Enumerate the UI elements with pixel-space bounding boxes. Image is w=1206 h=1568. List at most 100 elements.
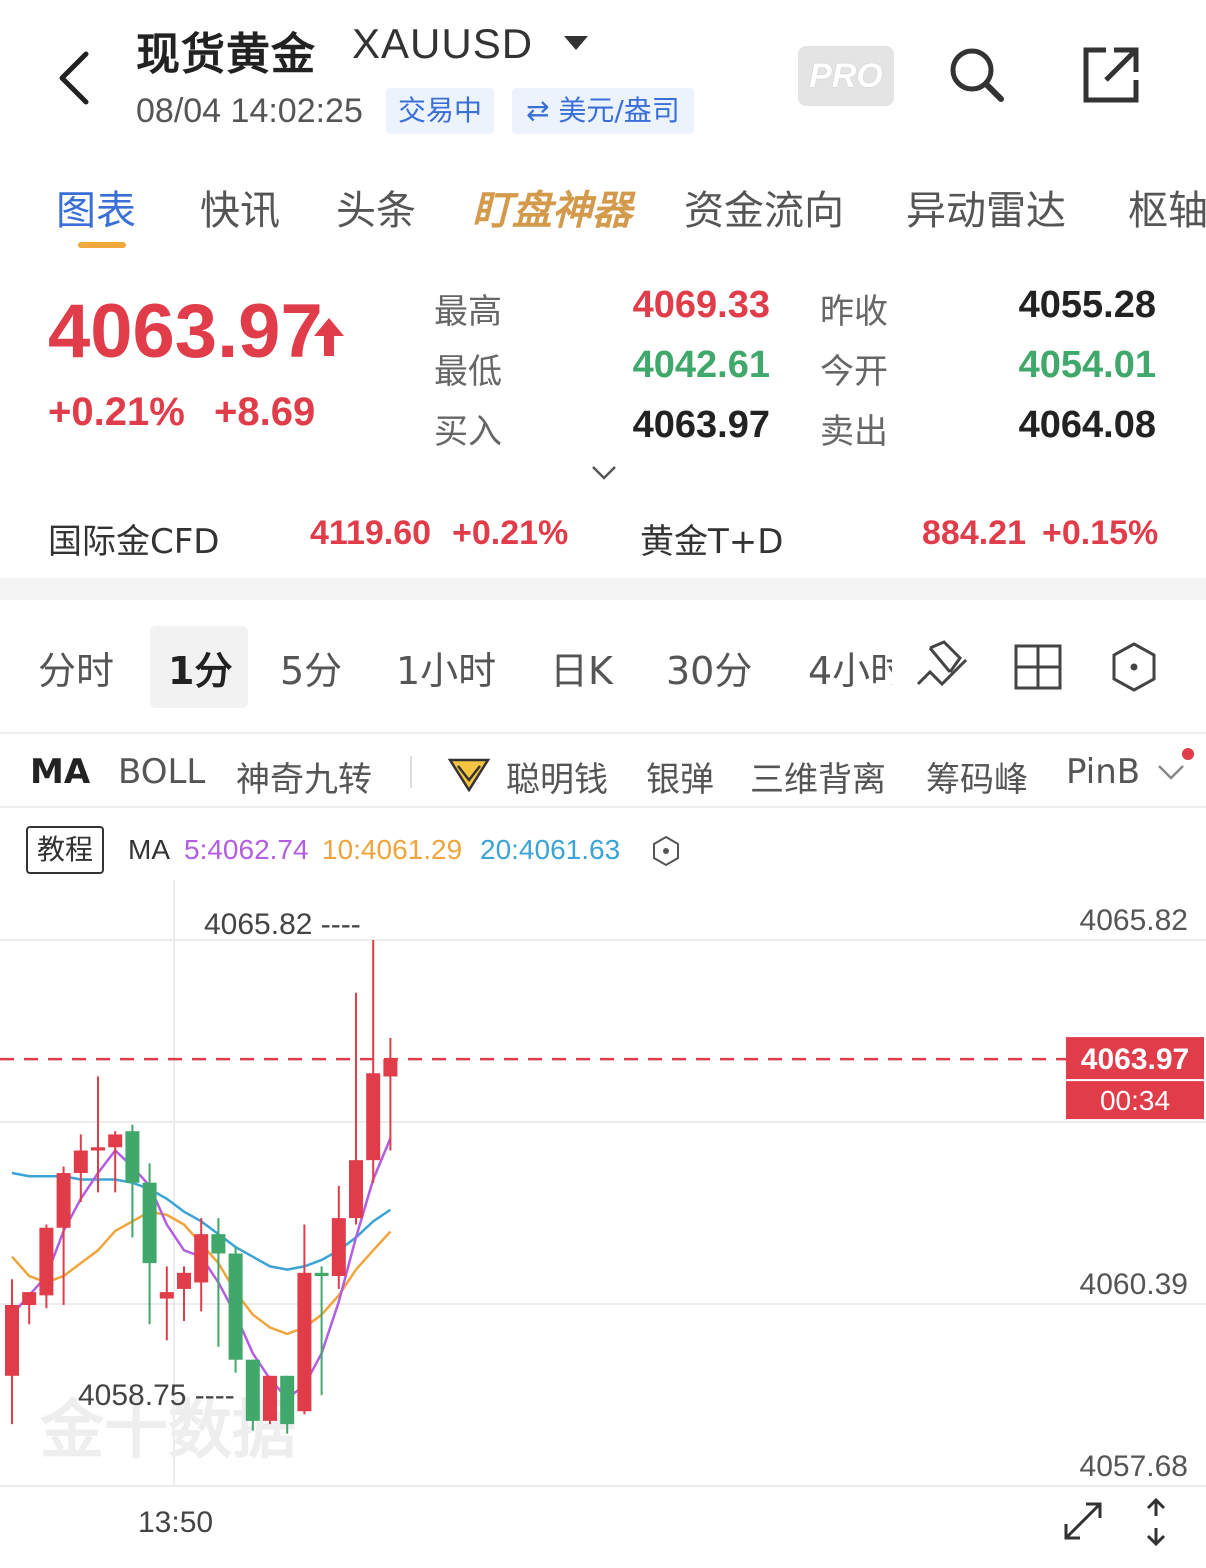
quote-timestamp: 08/04 14:02:25	[136, 92, 363, 130]
period-daily[interactable]: 日K	[550, 640, 613, 695]
indicator-chip-peak[interactable]: 筹码峰	[926, 752, 1028, 801]
indicator-smart-money[interactable]: 聪明钱	[506, 752, 608, 801]
vertical-expand-icon[interactable]	[1140, 1496, 1172, 1548]
open-label: 今开	[820, 352, 888, 392]
active-tab-indicator	[78, 242, 126, 248]
tab-chart[interactable]: 图表	[56, 178, 136, 236]
low-label: 最低	[434, 352, 502, 392]
cfd-price: 4119.60	[310, 514, 432, 552]
countdown-tag-text: 00:34	[1100, 1085, 1170, 1116]
ma-settings-icon[interactable]	[650, 834, 682, 868]
currency-unit-toggle[interactable]: ⇄ 美元/盎司	[512, 88, 694, 134]
bid-label: 买入	[434, 412, 502, 452]
x-axis-time-label: 13:50	[138, 1506, 214, 1539]
y-tick-label: 4065.82	[1080, 904, 1188, 937]
candle-body	[331, 1218, 346, 1277]
layout-grid-icon[interactable]	[1010, 638, 1066, 696]
candle-body	[383, 1059, 398, 1077]
candle-body	[245, 1359, 260, 1421]
period-1hour[interactable]: 1小时	[396, 640, 496, 695]
candle-body	[142, 1182, 157, 1264]
tab-fund-flow[interactable]: 资金流向	[684, 178, 844, 236]
search-icon[interactable]	[946, 44, 1006, 104]
settings-hex-icon[interactable]	[1106, 638, 1162, 696]
candle-body	[91, 1147, 105, 1151]
candle-body	[297, 1272, 312, 1412]
tab-headlines[interactable]: 头条	[336, 178, 416, 236]
divider	[0, 732, 1206, 734]
tutorial-button[interactable]: 教程	[26, 826, 104, 874]
candle-body	[56, 1173, 71, 1228]
notification-dot	[1182, 748, 1194, 760]
high-value: 4069.33	[632, 284, 770, 326]
current-price-tag-text: 4063.97	[1081, 1043, 1189, 1076]
pro-button[interactable]: PRO	[798, 46, 894, 106]
period-5min[interactable]: 5分	[280, 640, 342, 695]
indicator-pinbar[interactable]: PinB	[1066, 752, 1146, 792]
tab-flash-news[interactable]: 快讯	[200, 178, 280, 236]
indicator-td9[interactable]: 神奇九转	[236, 752, 372, 801]
y-tick-label: 4057.68	[1080, 1450, 1188, 1483]
symbol-selector[interactable]: XAUUSD	[352, 20, 533, 68]
ask-value: 4064.08	[1018, 404, 1156, 446]
min-price-marker: 4058.75 ----	[78, 1379, 235, 1412]
trading-status-badge: 交易中	[386, 88, 495, 134]
candle-body	[108, 1134, 123, 1148]
change-amount: +8.69	[214, 390, 316, 434]
td-percent: +0.15%	[1042, 514, 1159, 552]
chevron-down-icon[interactable]	[590, 462, 618, 484]
last-price: 4063.97	[48, 289, 323, 374]
candle-body	[5, 1304, 19, 1376]
ma-legend-label: MA	[128, 834, 170, 865]
chevron-down-icon[interactable]	[1156, 762, 1186, 782]
indicator-boll[interactable]: BOLL	[118, 752, 205, 792]
candlestick-chart[interactable]: 4065.824060.394057.68金十数据4065.82 ----405…	[0, 880, 1206, 1500]
low-value: 4042.61	[632, 344, 770, 386]
change-percent: +0.21%	[48, 390, 185, 434]
tab-watch-tool[interactable]: 盯盘神器	[472, 178, 632, 236]
candle-body	[194, 1234, 209, 1283]
ma5-value: 5:4062.74	[184, 834, 309, 865]
tab-movement-radar[interactable]: 异动雷达	[906, 178, 1066, 236]
ma10-value: 10:4061.29	[322, 834, 463, 865]
share-icon[interactable]	[1080, 44, 1142, 106]
high-label: 最高	[434, 292, 502, 332]
candle-body	[349, 1160, 363, 1219]
period-30min[interactable]: 30分	[666, 640, 752, 695]
drawing-tool-icon[interactable]	[914, 638, 970, 696]
td-label[interactable]: 黄金T+D	[640, 514, 783, 563]
y-tick-label: 4060.39	[1080, 1268, 1188, 1301]
ma20-value: 20:4061.63	[480, 834, 621, 865]
open-value: 4054.01	[1018, 344, 1156, 386]
fullscreen-icon[interactable]	[1060, 1498, 1106, 1544]
candle-body	[73, 1150, 88, 1174]
bid-value: 4063.97	[632, 404, 770, 446]
divider	[410, 756, 412, 788]
candle-body	[366, 1073, 381, 1161]
diamond-icon	[447, 758, 491, 793]
period-1min[interactable]: 1分	[168, 640, 232, 695]
candle-body	[177, 1272, 191, 1289]
back-icon[interactable]	[50, 48, 100, 108]
candle-body	[125, 1131, 140, 1183]
ask-label: 卖出	[820, 412, 888, 452]
candle-body	[22, 1292, 37, 1305]
page-title: 现货黄金	[136, 29, 316, 80]
tab-pivot[interactable]: 枢轴	[1128, 178, 1206, 236]
period-4hour[interactable]: 4小时	[808, 640, 892, 695]
candle-body	[39, 1227, 54, 1296]
td-price: 884.21	[922, 514, 1026, 552]
indicator-3d-divergence[interactable]: 三维背离	[750, 752, 886, 801]
candle-body	[263, 1375, 277, 1421]
cfd-label[interactable]: 国际金CFD	[48, 514, 219, 563]
indicator-ma[interactable]: MA	[30, 752, 90, 792]
indicator-silver-bullet[interactable]: 银弹	[646, 752, 714, 801]
candle-body	[211, 1234, 226, 1254]
caret-down-icon[interactable]	[564, 36, 588, 50]
prev-close-label: 昨收	[820, 292, 888, 332]
section-divider	[0, 578, 1206, 600]
candle-body	[159, 1292, 174, 1299]
period-timeshare[interactable]: 分时	[38, 640, 114, 695]
candle-body	[228, 1253, 243, 1360]
prev-close-value: 4055.28	[1018, 284, 1156, 326]
